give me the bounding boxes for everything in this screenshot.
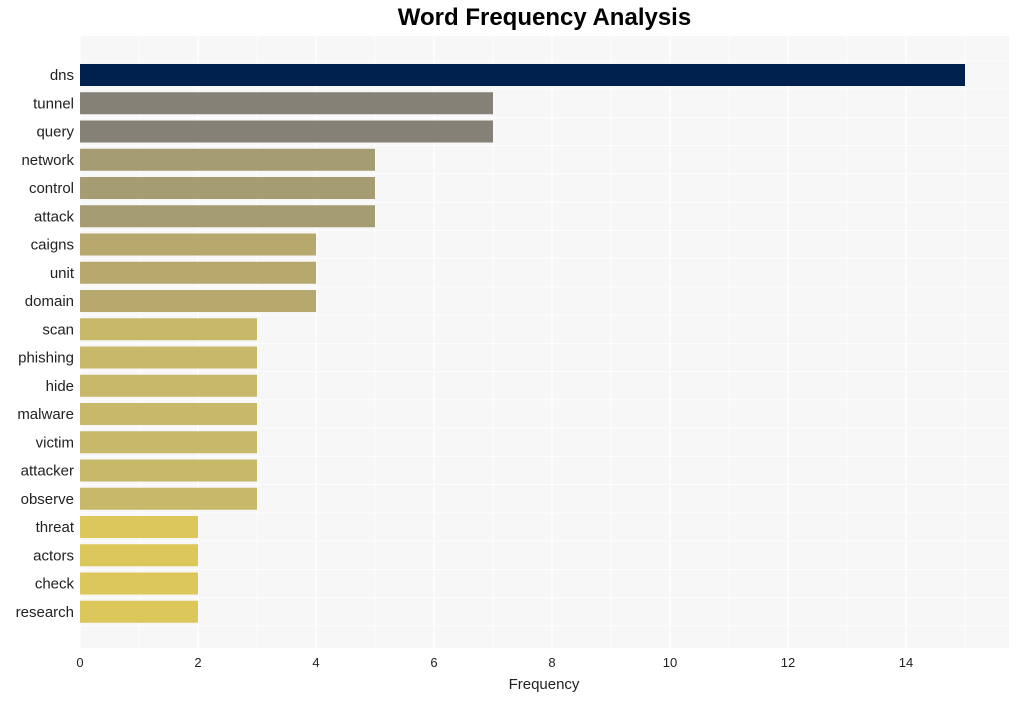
x-tick-label: 2 bbox=[194, 655, 201, 670]
x-tick-label: 8 bbox=[548, 655, 555, 670]
y-tick-label: tunnel bbox=[33, 95, 74, 112]
y-tick-label: actors bbox=[33, 547, 74, 564]
bar-research bbox=[80, 600, 198, 623]
y-tick-label: domain bbox=[25, 293, 74, 310]
bar-attack bbox=[80, 205, 375, 228]
bar-caigns bbox=[80, 233, 316, 256]
y-tick-label: phishing bbox=[18, 350, 74, 367]
y-axis-labels: dns tunnel query network control attack caigns… bbox=[16, 67, 75, 621]
bar-unit bbox=[80, 261, 316, 284]
y-tick-label: scan bbox=[42, 321, 74, 338]
y-tick-label: attacker bbox=[21, 463, 74, 480]
y-tick-label: observe bbox=[21, 491, 74, 508]
y-tick-label: check bbox=[35, 576, 75, 593]
x-tick-label: 6 bbox=[430, 655, 437, 670]
y-tick-label: unit bbox=[50, 265, 75, 282]
bar-hide bbox=[80, 374, 257, 397]
bar-threat bbox=[80, 516, 198, 538]
bar-victim bbox=[80, 431, 257, 454]
x-tick-label: 4 bbox=[312, 655, 319, 670]
y-tick-label: network bbox=[21, 152, 74, 169]
x-tick-label: 12 bbox=[781, 655, 795, 670]
x-tick-label: 10 bbox=[663, 655, 677, 670]
y-tick-label: research bbox=[16, 604, 74, 621]
y-tick-label: malware bbox=[17, 406, 74, 423]
y-tick-label: caigns bbox=[31, 237, 74, 254]
bar-query bbox=[80, 120, 493, 143]
bar-phishing bbox=[80, 346, 257, 369]
bar-check bbox=[80, 572, 198, 595]
x-axis-label: Frequency bbox=[509, 676, 580, 693]
y-tick-label: attack bbox=[34, 208, 75, 225]
bar-malware bbox=[80, 403, 257, 425]
bar-attacker bbox=[80, 459, 257, 482]
x-tick-label: 14 bbox=[899, 655, 913, 670]
bar-chart: dns tunnel query network control attack caigns… bbox=[16, 36, 1009, 693]
y-tick-label: control bbox=[29, 180, 74, 197]
y-tick-label: victim bbox=[36, 434, 74, 451]
y-tick-label: dns bbox=[50, 67, 74, 84]
bar-control bbox=[80, 177, 375, 199]
y-tick-label: query bbox=[36, 124, 74, 141]
bar-tunnel bbox=[80, 92, 493, 115]
bar-domain bbox=[80, 290, 316, 312]
bar-scan bbox=[80, 318, 257, 341]
x-axis-ticks: 0 2 4 6 8 10 12 14 bbox=[76, 655, 913, 670]
x-tick-label: 0 bbox=[76, 655, 83, 670]
y-tick-label: threat bbox=[36, 519, 75, 536]
bar-observe bbox=[80, 487, 257, 510]
bar-dns bbox=[80, 64, 965, 86]
y-tick-label: hide bbox=[46, 378, 74, 395]
bar-actors bbox=[80, 544, 198, 567]
bar-network bbox=[80, 148, 375, 171]
